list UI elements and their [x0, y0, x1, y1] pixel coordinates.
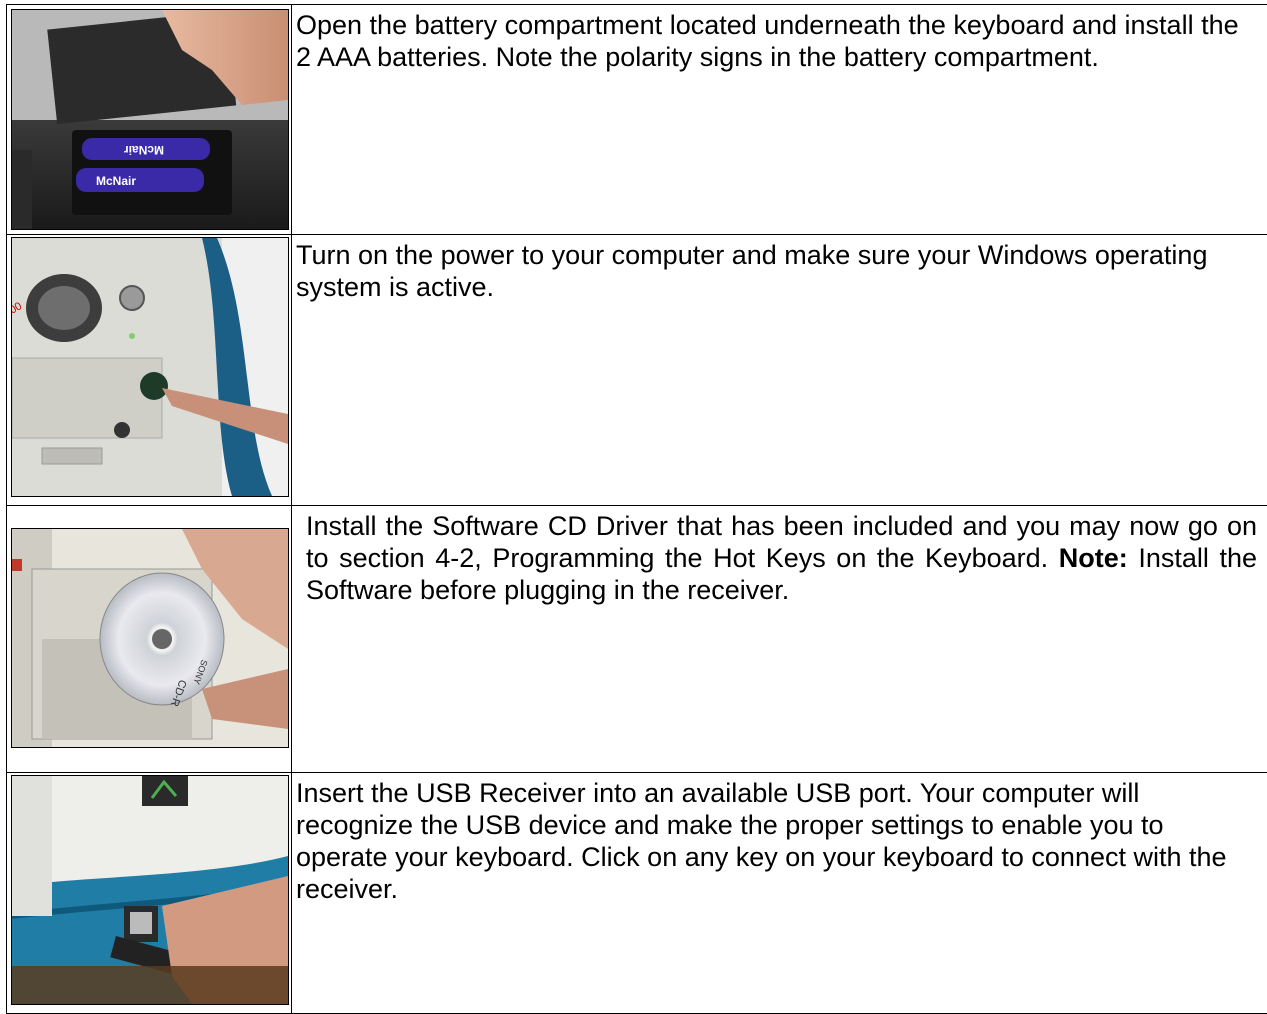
- instruction-steps-table: McNair McNair Open the battery compartme…: [6, 4, 1267, 1014]
- step-2-text: Turn on the power to your computer and m…: [292, 235, 1267, 506]
- step-2-image-cell: 00: [7, 235, 292, 506]
- battery-brand-top: McNair: [124, 143, 164, 157]
- step-row-3: CD-R SONY Install the Software CD Driver…: [7, 506, 1267, 773]
- battery-brand-bottom: McNair: [96, 174, 136, 188]
- step-4-text: Insert the USB Receiver into an availabl…: [292, 773, 1267, 1014]
- step-3-text: Install the Software CD Driver that has …: [292, 506, 1267, 773]
- computer-power-photo: 00: [11, 237, 289, 497]
- step-row-1: McNair McNair Open the battery compartme…: [7, 5, 1267, 235]
- step-3-note-label: Note:: [1059, 543, 1128, 573]
- step-1-text: Open the battery compartment located und…: [292, 5, 1267, 235]
- usb-receiver-photo: [11, 775, 289, 1005]
- step-3-image-cell: CD-R SONY: [7, 506, 292, 773]
- battery-compartment-photo: McNair McNair: [11, 9, 289, 230]
- step-row-4: Insert the USB Receiver into an availabl…: [7, 773, 1267, 1014]
- step-4-image-cell: [7, 773, 292, 1014]
- step-row-2: 00 Turn on the power to your computer an…: [7, 235, 1267, 506]
- step-1-image-cell: McNair McNair: [7, 5, 292, 235]
- cd-insert-photo: CD-R SONY: [11, 528, 289, 748]
